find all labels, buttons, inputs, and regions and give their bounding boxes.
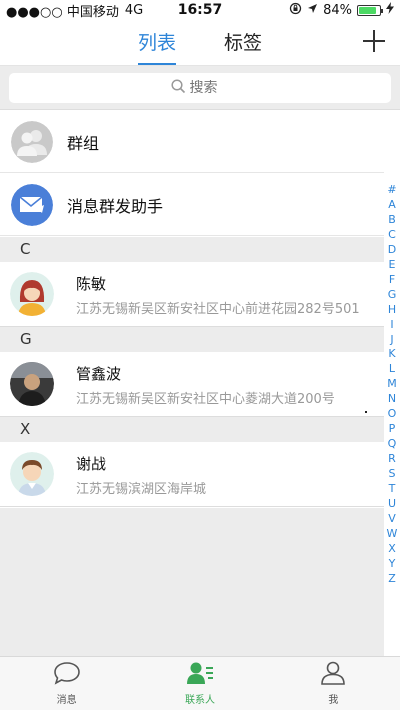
- list-empty-area: [0, 508, 384, 656]
- top-nav: 列表 标签: [0, 20, 400, 66]
- index-letter[interactable]: X: [388, 542, 396, 557]
- index-letter[interactable]: I: [390, 318, 393, 333]
- index-letter[interactable]: Y: [389, 557, 396, 572]
- index-letter[interactable]: U: [388, 497, 396, 512]
- tab-contacts[interactable]: 联系人: [133, 657, 266, 710]
- index-letter[interactable]: G: [388, 288, 397, 303]
- index-letter[interactable]: #: [387, 183, 396, 198]
- section-header-x: X: [0, 417, 384, 442]
- index-letter[interactable]: M: [387, 377, 397, 392]
- contact-name: 管鑫波: [76, 365, 122, 383]
- battery-percent: 84%: [323, 2, 352, 18]
- index-letter[interactable]: B: [388, 213, 396, 228]
- chat-bubble-icon: [53, 661, 81, 691]
- carrier-label: ●●●○○ 中国移动: [6, 4, 119, 20]
- contact-address: 江苏无锡新吴区新安社区中心前进花园282号501: [76, 302, 360, 317]
- index-letter[interactable]: K: [388, 347, 395, 362]
- status-left: ●●●○○ 中国移动 4G: [6, 1, 143, 20]
- index-letter[interactable]: P: [389, 422, 396, 437]
- plus-icon[interactable]: [362, 26, 386, 58]
- search-input[interactable]: [189, 80, 230, 96]
- tab-me-label: 我: [328, 695, 339, 706]
- photo-avatar: [10, 362, 54, 406]
- contacts-icon: [186, 661, 214, 691]
- person-icon: [319, 661, 347, 691]
- location-arrow-icon: [307, 3, 318, 18]
- index-letter[interactable]: F: [389, 273, 395, 288]
- group-label: 群组: [67, 133, 100, 153]
- index-letter[interactable]: L: [389, 362, 395, 377]
- index-letter[interactable]: D: [388, 243, 396, 258]
- group-row[interactable]: 群组: [0, 111, 384, 173]
- index-letter[interactable]: R: [388, 452, 396, 467]
- section-header-c: C: [0, 237, 384, 262]
- scroll-dot: [365, 411, 367, 413]
- section-header-g: G: [0, 327, 384, 352]
- index-letter[interactable]: H: [388, 303, 396, 318]
- broadcast-helper-row[interactable]: 消息群发助手: [0, 174, 384, 236]
- male-avatar: [10, 452, 54, 496]
- search-bar: [0, 66, 400, 110]
- mail-icon: [11, 183, 53, 226]
- charging-icon: [386, 2, 394, 18]
- contact-address: 江苏无锡新吴区新安社区中心菱湖大道200号: [76, 392, 335, 407]
- index-letter[interactable]: E: [389, 258, 396, 273]
- index-letter[interactable]: O: [388, 407, 397, 422]
- index-letter[interactable]: A: [388, 198, 396, 213]
- tab-messages[interactable]: 消息: [0, 657, 133, 710]
- contact-row[interactable]: 陈敏 江苏无锡新吴区新安社区中心前进花园282号501: [0, 262, 384, 327]
- status-bar: ●●●○○ 中国移动 4G 16:57 84%: [0, 0, 400, 20]
- contact-address: 江苏无锡滨湖区海岸城: [76, 482, 207, 497]
- bottom-tab-bar: 消息 联系人 我: [0, 656, 400, 710]
- group-avatar-icon: [11, 120, 53, 163]
- contact-name: 陈敏: [76, 275, 107, 293]
- network-label: 4G: [124, 2, 144, 18]
- index-letter[interactable]: J: [390, 333, 393, 348]
- battery-fill: [359, 6, 376, 14]
- contact-name: 谢战: [76, 455, 107, 473]
- alphabet-index[interactable]: # A B C D E F G H I J K L M N O P Q R S T U V W X Y Z: [384, 183, 400, 587]
- index-letter[interactable]: N: [388, 392, 396, 407]
- index-letter[interactable]: T: [389, 482, 396, 497]
- tab-tags[interactable]: 标签: [224, 28, 262, 63]
- tab-messages-label: 消息: [56, 695, 77, 706]
- contact-row[interactable]: 谢战 江苏无锡滨湖区海岸城: [0, 442, 384, 507]
- index-letter[interactable]: C: [388, 228, 396, 243]
- rotation-lock-icon: [289, 2, 302, 19]
- tab-list[interactable]: 列表: [138, 28, 177, 65]
- index-letter[interactable]: Q: [388, 437, 397, 452]
- index-letter[interactable]: Z: [388, 572, 396, 587]
- index-letter[interactable]: S: [389, 467, 396, 482]
- tab-contacts-label: 联系人: [184, 695, 215, 706]
- index-letter[interactable]: V: [388, 512, 396, 527]
- index-letter[interactable]: W: [387, 527, 398, 542]
- status-right: 84%: [289, 2, 394, 19]
- female-avatar: [10, 272, 54, 316]
- battery-icon: [357, 4, 383, 16]
- search-icon: [170, 78, 186, 98]
- contact-row[interactable]: 管鑫波 江苏无锡新吴区新安社区中心菱湖大道200号: [0, 352, 384, 417]
- tab-me[interactable]: 我: [267, 657, 400, 710]
- search-box[interactable]: [9, 73, 391, 103]
- broadcast-helper-label: 消息群发助手: [67, 196, 164, 216]
